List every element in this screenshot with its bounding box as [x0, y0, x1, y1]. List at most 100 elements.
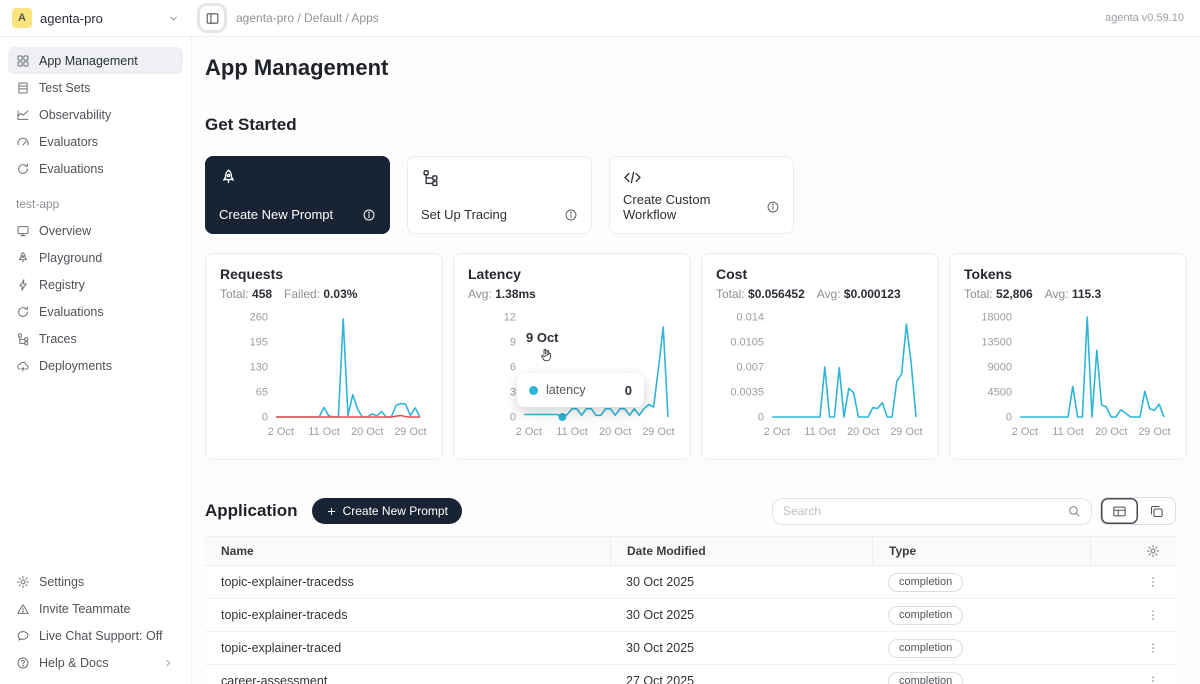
- get-started-cards: Create New Prompt Set Up Tracing Create Cu…: [205, 156, 1176, 234]
- search-input[interactable]: [783, 504, 1067, 518]
- svg-text:0: 0: [262, 412, 268, 424]
- rocket-icon: [219, 168, 238, 187]
- row-type: completion: [872, 665, 1090, 684]
- svg-text:20 Oct: 20 Oct: [847, 426, 879, 438]
- search-box: [772, 498, 1092, 525]
- sidebar-item-label: Evaluators: [39, 135, 98, 149]
- stat-label: Avg:: [817, 287, 844, 301]
- card-bottom: Create Custom Workflow: [623, 192, 780, 222]
- chart-tooltip: latency 0: [517, 373, 644, 407]
- svg-text:65: 65: [256, 387, 268, 399]
- chart-title: Cost: [716, 266, 924, 282]
- application-header-right: [772, 497, 1176, 525]
- search-icon[interactable]: [1067, 504, 1081, 518]
- svg-text:0.007: 0.007: [736, 362, 764, 374]
- sidebar-item-evaluators[interactable]: Evaluators: [8, 128, 183, 155]
- card-bottom: Set Up Tracing: [421, 207, 578, 222]
- table-row-career-assessment[interactable]: career-assessment27 Oct 2025completion: [205, 665, 1176, 684]
- svg-text:0.0035: 0.0035: [730, 387, 764, 399]
- plus-icon: [326, 506, 337, 517]
- workspace-selector[interactable]: A agenta-pro: [0, 8, 192, 28]
- refresh-icon: [16, 305, 30, 319]
- svg-text:0: 0: [758, 412, 764, 424]
- sidebar-footer-item-live-chat-support-off[interactable]: Live Chat Support: Off: [8, 622, 183, 649]
- svg-text:11 Oct: 11 Oct: [308, 426, 340, 438]
- row-type: completion: [872, 632, 1090, 664]
- column-header-name[interactable]: Name: [205, 537, 610, 565]
- sidebar-item-label: Live Chat Support: Off: [39, 629, 162, 643]
- sidebar-footer-item-help-docs[interactable]: Help & Docs: [8, 649, 183, 676]
- application-heading: Application: [205, 501, 298, 521]
- svg-text:29 Oct: 29 Oct: [890, 426, 922, 438]
- sidebar-collapse-button[interactable]: [200, 6, 224, 30]
- sidebar-item-evaluations[interactable]: Evaluations: [8, 155, 183, 182]
- sidebar-footer-item-settings[interactable]: Settings: [8, 568, 183, 595]
- column-header-date[interactable]: Date Modified: [610, 537, 872, 565]
- table-body: topic-explainer-tracedss30 Oct 2025compl…: [205, 566, 1176, 684]
- tooltip-series-name: latency: [546, 383, 586, 397]
- get-started-card-create-new-prompt[interactable]: Create New Prompt: [205, 156, 390, 234]
- sidebar-footer-item-invite-teammate[interactable]: Invite Teammate: [8, 595, 183, 622]
- svg-text:29 Oct: 29 Oct: [642, 426, 674, 438]
- get-started-card-create-custom-workflow[interactable]: Create Custom Workflow: [609, 156, 794, 234]
- type-badge: completion: [888, 606, 963, 625]
- sidebar-item-label: App Management: [39, 54, 138, 68]
- hover-point-marker: [558, 413, 566, 421]
- table-row-topic-explainer-traced[interactable]: topic-explainer-traced30 Oct 2025complet…: [205, 632, 1176, 665]
- sidebar-item-test-sets[interactable]: Test Sets: [8, 74, 183, 101]
- table-view-button[interactable]: [1101, 498, 1138, 524]
- card-view-icon: [1149, 504, 1164, 519]
- breadcrumb[interactable]: agenta-pro / Default / Apps: [236, 11, 379, 25]
- svg-text:4500: 4500: [988, 387, 1012, 399]
- sidebar-item-observability[interactable]: Observability: [8, 101, 183, 128]
- gear-icon: [16, 575, 30, 589]
- sidebar-item-app-management[interactable]: App Management: [8, 47, 183, 74]
- sidebar-app-item-deployments[interactable]: Deployments: [8, 352, 183, 379]
- tokens-chart: 04500900013500180002 Oct11 Oct20 Oct29 O…: [964, 309, 1172, 447]
- svg-text:9: 9: [510, 337, 516, 349]
- row-actions-button[interactable]: [1090, 599, 1176, 631]
- table-row-topic-explainer-tracedss[interactable]: topic-explainer-tracedss30 Oct 2025compl…: [205, 566, 1176, 599]
- create-new-prompt-button[interactable]: Create New Prompt: [312, 498, 462, 524]
- svg-text:29 Oct: 29 Oct: [394, 426, 426, 438]
- row-actions-button[interactable]: [1090, 632, 1176, 664]
- get-started-card-set-up-tracing[interactable]: Set Up Tracing: [407, 156, 592, 234]
- sidebar-app-item-traces[interactable]: Traces: [8, 325, 183, 352]
- stat: Avg: 1.38ms: [468, 287, 536, 301]
- refresh-icon: [16, 162, 30, 176]
- sidebar-item-label: Help & Docs: [39, 656, 108, 670]
- row-actions-button[interactable]: [1090, 566, 1176, 598]
- table-row-topic-explainer-traceds[interactable]: topic-explainer-traceds30 Oct 2025comple…: [205, 599, 1176, 632]
- card-label: Create Custom Workflow: [623, 192, 766, 222]
- panel-icon: [205, 11, 220, 26]
- tooltip-value: 0: [625, 383, 632, 398]
- card-view-button[interactable]: [1138, 498, 1175, 524]
- row-actions-button[interactable]: [1090, 665, 1176, 684]
- row-type: completion: [872, 566, 1090, 598]
- sidebar-app-item-overview[interactable]: Overview: [8, 217, 183, 244]
- sidebar-app-item-registry[interactable]: Registry: [8, 271, 183, 298]
- chart-stats: Total: 52,806Avg: 115.3: [964, 287, 1172, 301]
- row-date: 30 Oct 2025: [610, 566, 872, 598]
- svg-text:2 Oct: 2 Oct: [764, 426, 790, 438]
- column-header-type[interactable]: Type: [872, 537, 1090, 565]
- tree-icon: [421, 168, 440, 187]
- chart-card-latency: LatencyAvg: 1.38ms0369122 Oct11 Oct20 Oc…: [453, 253, 691, 460]
- stat: Avg: 115.3: [1045, 287, 1102, 301]
- chart-stats: Avg: 1.38ms: [468, 287, 676, 301]
- stat-label: Avg:: [1045, 287, 1072, 301]
- chart-title: Tokens: [964, 266, 1172, 282]
- svg-text:260: 260: [250, 312, 268, 324]
- svg-text:0: 0: [510, 412, 516, 424]
- table-settings-button[interactable]: [1090, 537, 1176, 565]
- stat: Total: 458: [220, 287, 272, 301]
- workspace-name: agenta-pro: [40, 11, 103, 26]
- table-view-icon: [1112, 504, 1127, 519]
- type-badge: completion: [888, 672, 963, 684]
- bolt-icon: [16, 278, 30, 292]
- gear-icon: [1146, 544, 1160, 558]
- sidebar-item-label: Evaluations: [39, 162, 104, 176]
- stat-value: 458: [252, 287, 272, 301]
- sidebar-app-item-playground[interactable]: Playground: [8, 244, 183, 271]
- sidebar-app-item-evaluations[interactable]: Evaluations: [8, 298, 183, 325]
